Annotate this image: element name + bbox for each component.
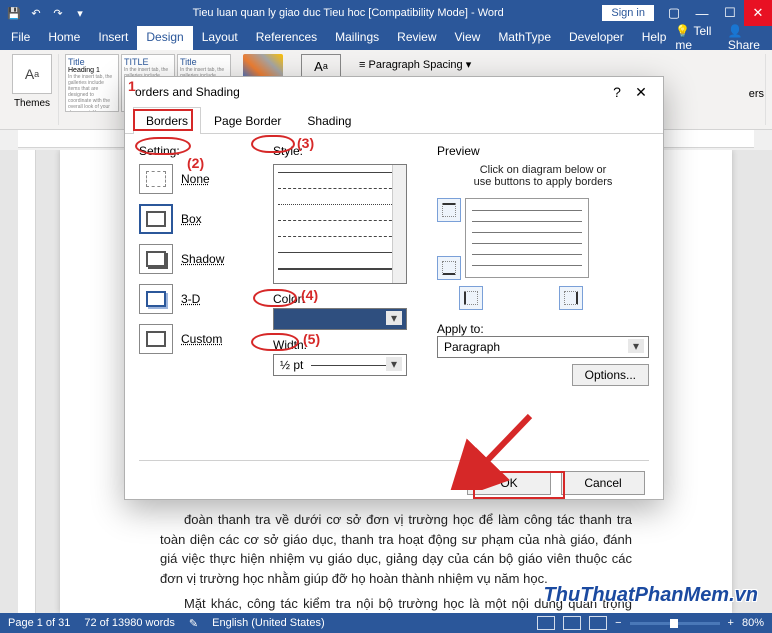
format-thumb[interactable]: Title Heading 1 In the insert tab, the g… <box>65 54 119 112</box>
zoom-in-icon[interactable]: + <box>728 617 734 629</box>
zoom-out-icon[interactable]: − <box>615 617 621 629</box>
tell-me[interactable]: 💡 Tell me <box>675 24 717 52</box>
setting-custom[interactable]: Custom <box>139 324 259 354</box>
view-read-mode-icon[interactable] <box>537 616 555 630</box>
undo-icon[interactable]: ↶ <box>26 3 46 23</box>
setting-custom-icon <box>139 324 173 354</box>
qat-dropdown-icon[interactable]: ▾ <box>70 3 90 23</box>
fonts-icon[interactable]: Aa <box>301 54 341 78</box>
border-right-button[interactable] <box>559 286 583 310</box>
tab-references[interactable]: References <box>247 26 326 50</box>
tab-layout[interactable]: Layout <box>193 26 247 50</box>
border-top-button[interactable] <box>437 198 461 222</box>
body-paragraph: Mặt khác, công tác kiểm tra nội bộ trườn… <box>160 594 632 613</box>
dialog-tab-shading[interactable]: Shading <box>294 107 364 134</box>
ribbon-tabs: File Home Insert Design Layout Reference… <box>0 26 772 50</box>
window-title: Tieu luan quan ly giao duc Tieu hoc [Com… <box>94 7 602 19</box>
dialog-title: orders and Shading <box>135 85 605 99</box>
preview-diagram[interactable] <box>465 198 589 278</box>
style-label: Style: <box>273 144 423 158</box>
setting-box-icon <box>139 204 173 234</box>
tab-view[interactable]: View <box>446 26 490 50</box>
dialog-tab-page-border[interactable]: Page Border <box>201 107 294 134</box>
tab-developer[interactable]: Developer <box>560 26 633 50</box>
zoom-slider[interactable] <box>630 622 720 625</box>
view-web-layout-icon[interactable] <box>589 616 607 630</box>
setting-none[interactable]: None <box>139 164 259 194</box>
save-icon[interactable]: 💾 <box>4 3 24 23</box>
setting-3d[interactable]: 3-D <box>139 284 259 314</box>
width-label: Width: <box>273 338 423 352</box>
preview-label: Preview <box>437 144 649 158</box>
maximize-icon[interactable]: ☐ <box>716 0 744 26</box>
themes-label: Themes <box>14 98 50 109</box>
themes-group: Aa Themes <box>6 54 59 125</box>
setting-none-icon <box>139 164 173 194</box>
border-bottom-button[interactable] <box>437 256 461 280</box>
apply-to-label: Apply to: <box>437 322 649 336</box>
themes-button[interactable]: Aa <box>12 54 52 94</box>
ok-button[interactable]: OK <box>467 471 551 495</box>
redo-icon[interactable]: ↷ <box>48 3 68 23</box>
border-left-button[interactable] <box>459 286 483 310</box>
tab-file[interactable]: File <box>2 26 39 50</box>
page-borders-fragment[interactable]: ers <box>749 88 764 100</box>
setting-label: Setting: <box>139 144 259 158</box>
close-icon[interactable]: ✕ <box>744 0 772 26</box>
sign-in-button[interactable]: Sign in <box>602 5 654 21</box>
color-label: Color: <box>273 292 423 306</box>
borders-and-shading-dialog: orders and Shading ? ✕ Borders Page Bord… <box>124 76 664 500</box>
tab-design[interactable]: Design <box>137 26 192 50</box>
dialog-tabs: Borders Page Border Shading <box>125 107 663 134</box>
setting-box[interactable]: Box <box>139 204 259 234</box>
status-word-count[interactable]: 72 of 13980 words <box>84 617 175 629</box>
minimize-icon[interactable]: — <box>688 0 716 26</box>
scrollbar[interactable] <box>392 165 406 283</box>
preview-hint: Click on diagram below or use buttons to… <box>437 164 649 188</box>
style-listbox[interactable] <box>273 164 407 284</box>
setting-shadow[interactable]: Shadow <box>139 244 259 274</box>
help-icon[interactable]: ? <box>605 84 629 100</box>
status-bar: Page 1 of 31 72 of 13980 words ✎ English… <box>0 613 772 633</box>
view-print-layout-icon[interactable] <box>563 616 581 630</box>
width-select[interactable]: ½ pt <box>273 354 407 376</box>
share-button[interactable]: 👤 Share <box>728 24 766 52</box>
vertical-ruler[interactable] <box>18 150 36 613</box>
tab-home[interactable]: Home <box>39 26 89 50</box>
close-icon[interactable]: ✕ <box>629 84 653 101</box>
color-select[interactable] <box>273 308 407 330</box>
cancel-button[interactable]: Cancel <box>561 471 645 495</box>
tab-mailings[interactable]: Mailings <box>326 26 388 50</box>
tab-review[interactable]: Review <box>388 26 445 50</box>
dialog-title-bar[interactable]: orders and Shading ? ✕ <box>125 77 663 107</box>
tab-insert[interactable]: Insert <box>89 26 137 50</box>
paragraph-spacing-button[interactable]: ≡ Paragraph Spacing ▾ <box>359 58 471 71</box>
setting-3d-icon <box>139 284 173 314</box>
setting-shadow-icon <box>139 244 173 274</box>
status-page[interactable]: Page 1 of 31 <box>8 617 70 629</box>
zoom-value[interactable]: 80% <box>742 617 764 629</box>
options-button[interactable]: Options... <box>572 364 649 386</box>
body-paragraph: đoàn thanh tra về dưới cơ sở đơn vị trườ… <box>160 510 632 588</box>
status-spellcheck-icon[interactable]: ✎ <box>189 617 198 630</box>
tab-help[interactable]: Help <box>633 26 676 50</box>
title-bar: 💾 ↶ ↷ ▾ Tieu luan quan ly giao duc Tieu … <box>0 0 772 26</box>
apply-to-select[interactable]: Paragraph <box>437 336 649 358</box>
tab-mathtype[interactable]: MathType <box>489 26 560 50</box>
status-language[interactable]: English (United States) <box>212 617 325 629</box>
colors-icon[interactable] <box>243 54 283 78</box>
dialog-tab-borders[interactable]: Borders <box>133 107 201 134</box>
ribbon-options-icon[interactable]: ▢ <box>660 0 688 26</box>
width-value: ½ pt <box>280 358 303 372</box>
